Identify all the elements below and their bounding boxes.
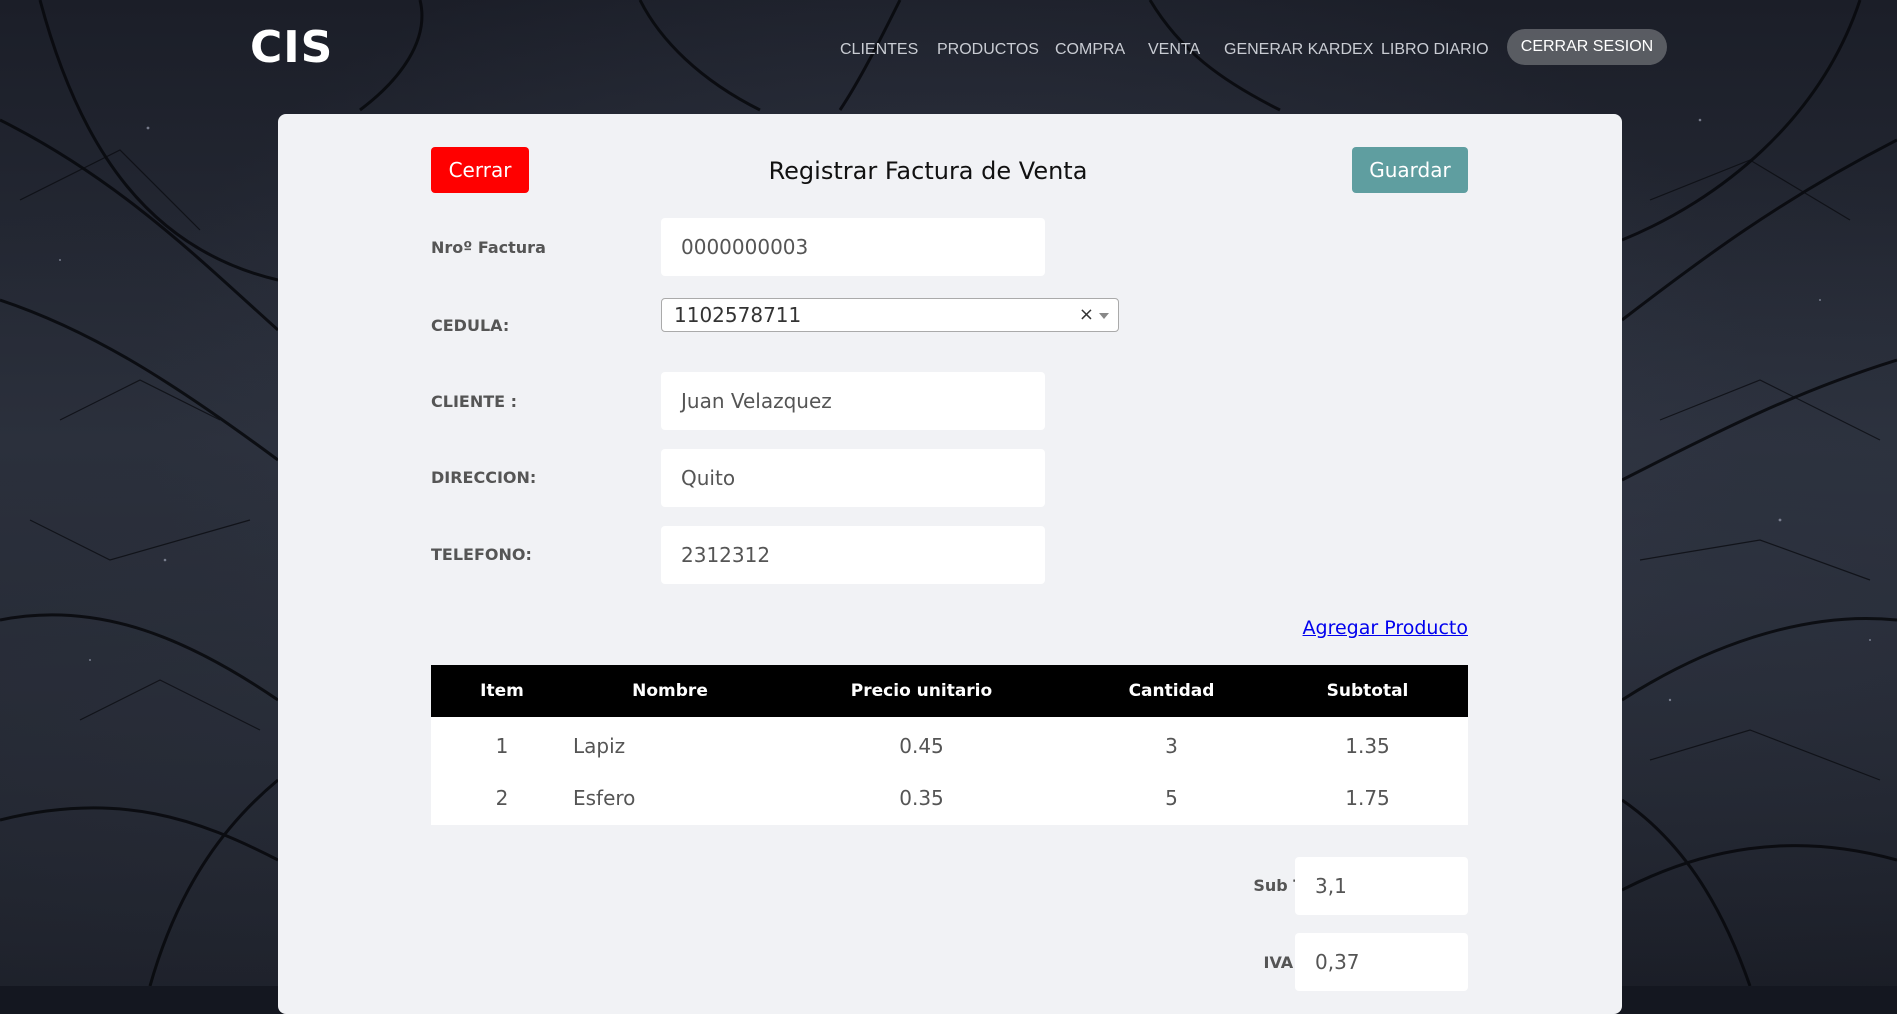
invoice-number-label: Nroº Factura [431, 238, 546, 257]
cedula-label: CEDULA: [431, 316, 510, 335]
nav-link-productos[interactable]: PRODUCTOS [937, 41, 1039, 59]
address-label: DIRECCION: [431, 468, 537, 487]
client-field[interactable]: Juan Velazquez [661, 372, 1045, 430]
cell-nombre: Esfero [573, 786, 636, 810]
nav-link-venta[interactable]: VENTA [1148, 41, 1200, 59]
add-product-link[interactable]: Agregar Producto [1303, 617, 1468, 639]
cell-nombre: Lapiz [573, 734, 626, 758]
subtotal-field[interactable]: 3,1 [1295, 857, 1468, 915]
column-header-cantidad: Cantidad [1128, 681, 1215, 701]
logout-button[interactable]: CERRAR SESION [1507, 29, 1667, 65]
table-row: 1 Lapiz 0.45 3 1.35 [431, 717, 1468, 771]
cell-subtotal: 1.35 [1345, 734, 1390, 758]
cedula-selected-value: 1102578711 [674, 303, 802, 327]
cell-subtotal: 1.75 [1345, 786, 1390, 810]
save-button[interactable]: Guardar [1352, 147, 1468, 193]
nav-link-clientes[interactable]: CLIENTES [840, 41, 918, 59]
iva-field[interactable]: 0,37 [1295, 933, 1468, 991]
phone-label: TELEFONO: [431, 545, 532, 564]
cedula-select[interactable]: 1102578711 × [661, 298, 1119, 332]
page-title: Registrar Factura de Venta [768, 157, 1088, 185]
cell-item: 2 [495, 786, 509, 810]
table-row: 2 Esfero 0.35 5 1.75 [431, 771, 1468, 825]
close-button[interactable]: Cerrar [431, 147, 529, 193]
cell-cantidad: 5 [1165, 786, 1178, 810]
products-table: Item Nombre Precio unitario Cantidad Sub… [431, 665, 1468, 825]
nav-link-libro-diario[interactable]: LIBRO DIARIO [1381, 41, 1489, 59]
client-label: CLIENTE : [431, 392, 518, 411]
invoice-form-card: Cerrar Registrar Factura de Venta Guarda… [278, 114, 1622, 1014]
cell-precio: 0.35 [899, 786, 944, 810]
cell-cantidad: 3 [1165, 734, 1178, 758]
invoice-number-field[interactable]: 0000000003 [661, 218, 1045, 276]
chevron-down-icon[interactable] [1099, 313, 1109, 319]
cell-item: 1 [495, 734, 509, 758]
column-header-nombre: Nombre [632, 681, 708, 701]
column-header-item: Item [480, 681, 524, 701]
main-nav: CLIENTES PRODUCTOS COMPRA VENTA GENERAR … [0, 29, 1897, 69]
phone-field[interactable]: 2312312 [661, 526, 1045, 584]
address-field[interactable]: Quito [661, 449, 1045, 507]
nav-link-generar-kardex[interactable]: GENERAR KARDEX [1224, 41, 1373, 59]
column-header-subtotal: Subtotal [1326, 681, 1409, 701]
clear-icon[interactable]: × [1079, 299, 1094, 331]
cell-precio: 0.45 [899, 734, 944, 758]
table-header-row: Item Nombre Precio unitario Cantidad Sub… [431, 665, 1468, 717]
nav-link-compra[interactable]: COMPRA [1055, 41, 1125, 59]
column-header-precio: Precio unitario [850, 681, 993, 701]
